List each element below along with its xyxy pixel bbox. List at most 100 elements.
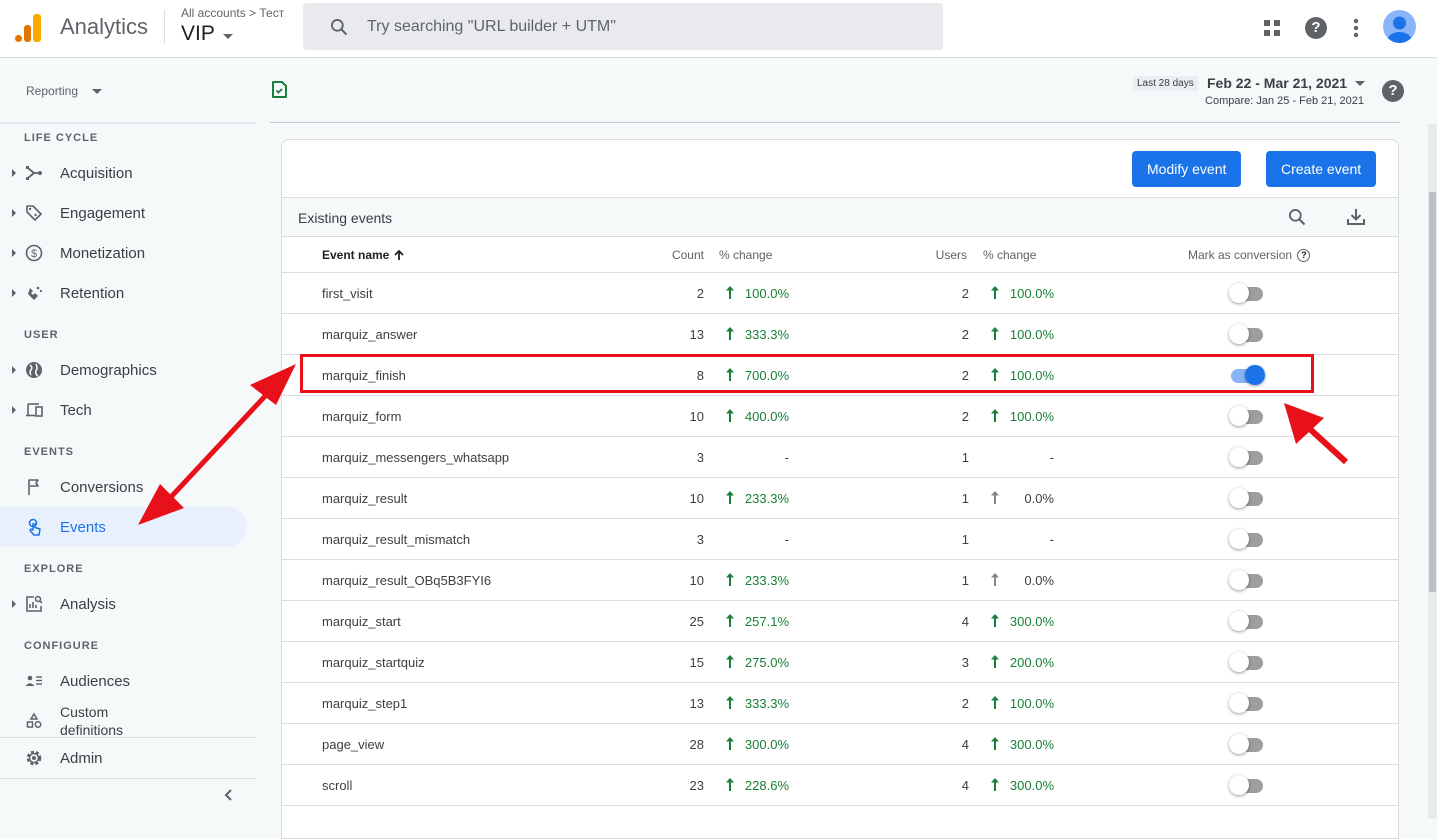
sidebar-item-engagement[interactable]: Engagement — [0, 193, 247, 233]
mark-as-conversion-toggle[interactable] — [1229, 734, 1263, 754]
column-header-count[interactable]: Count — [672, 248, 704, 262]
trend-up-arrow-icon — [990, 613, 1000, 630]
conversion-help-icon[interactable]: ? — [1297, 249, 1311, 263]
mark-as-conversion-toggle[interactable] — [1229, 652, 1263, 672]
section-explore: EXPLORE — [24, 563, 84, 575]
event-name[interactable]: marquiz_startquiz — [322, 655, 425, 670]
sidebar-item-events[interactable]: Events — [0, 507, 247, 547]
mark-as-conversion-toggle[interactable] — [1229, 570, 1263, 590]
event-name[interactable]: marquiz_finish — [322, 368, 406, 383]
table-row[interactable]: marquiz_result_mismatch 3 - 1 - — [282, 519, 1398, 560]
expand-arrow-icon[interactable] — [12, 406, 16, 414]
event-name[interactable]: marquiz_result_mismatch — [322, 532, 470, 547]
modify-event-button[interactable]: Modify event — [1132, 151, 1242, 187]
property-selector[interactable]: VIP — [181, 22, 233, 46]
report-check-icon[interactable] — [271, 81, 288, 104]
mark-as-conversion-toggle[interactable] — [1229, 324, 1263, 344]
mark-as-conversion-toggle[interactable] — [1229, 488, 1263, 508]
users-percent-change: 100.0% — [1009, 368, 1054, 383]
table-row[interactable]: first_visit 2 100.0% 2 100.0% — [282, 273, 1398, 314]
mark-as-conversion-toggle[interactable] — [1229, 775, 1263, 795]
scrollbar-thumb[interactable] — [1429, 192, 1436, 592]
event-name[interactable]: marquiz_start — [322, 614, 401, 629]
analysis-icon — [24, 594, 44, 614]
help-icon[interactable]: ? — [1302, 14, 1330, 42]
mark-as-conversion-toggle[interactable] — [1229, 529, 1263, 549]
sidebar-item-monetization[interactable]: $ Monetization — [0, 233, 247, 273]
event-count: 23 — [689, 778, 704, 793]
create-event-button[interactable]: Create event — [1266, 151, 1377, 187]
expand-arrow-icon[interactable] — [12, 289, 16, 297]
download-icon[interactable] — [1346, 207, 1366, 232]
column-header-count-change[interactable]: % change — [719, 248, 772, 262]
sidebar-item-analysis[interactable]: Analysis — [0, 584, 247, 624]
expand-arrow-icon[interactable] — [12, 366, 16, 374]
search-input[interactable] — [367, 17, 907, 36]
more-vert-icon[interactable] — [1342, 14, 1370, 42]
sidebar-item-custom-definitions[interactable]: Custom definitions — [0, 701, 247, 741]
table-row[interactable]: marquiz_result_OBq5B3FYI6 10 233.3% 1 0.0% — [282, 560, 1398, 601]
users-percent-change: 300.0% — [1009, 778, 1054, 793]
expand-arrow-icon[interactable] — [12, 600, 16, 608]
mark-as-conversion-toggle[interactable] — [1229, 447, 1263, 467]
expand-arrow-icon[interactable] — [12, 209, 16, 217]
event-name[interactable]: first_visit — [322, 286, 373, 301]
event-count: 13 — [689, 696, 704, 711]
table-title-bar: Existing events — [282, 197, 1398, 237]
app-brand: Analytics — [60, 14, 149, 39]
table-row[interactable]: marquiz_step1 13 333.3% 2 100.0% — [282, 683, 1398, 724]
column-header-users-change[interactable]: % change — [983, 248, 1036, 262]
sidebar-item-label: Events — [60, 518, 106, 536]
table-row[interactable]: marquiz_finish 8 700.0% 2 100.0% — [282, 355, 1398, 396]
event-name[interactable]: marquiz_form — [322, 409, 401, 424]
trend-up-arrow-icon — [725, 654, 735, 671]
reporting-selector[interactable]: Reporting — [26, 84, 103, 98]
mark-as-conversion-toggle[interactable] — [1229, 611, 1263, 631]
sidebar-item-retention[interactable]: Retention — [0, 273, 247, 313]
event-name[interactable]: marquiz_messengers_whatsapp — [322, 450, 509, 465]
table-search-icon[interactable] — [1287, 207, 1307, 232]
trend-up-arrow-icon — [725, 695, 735, 712]
page-help-icon[interactable]: ? — [1382, 80, 1404, 102]
event-name[interactable]: marquiz_result_OBq5B3FYI6 — [322, 573, 491, 588]
table-row[interactable]: marquiz_start 25 257.1% 4 300.0% — [282, 601, 1398, 642]
event-users: 2 — [961, 327, 969, 342]
sidebar-item-audiences[interactable]: Audiences — [0, 661, 247, 701]
expand-arrow-icon[interactable] — [12, 249, 16, 257]
sidebar-item-acquisition[interactable]: Acquisition — [0, 153, 247, 193]
toggle-knob — [1229, 488, 1249, 508]
sidebar-item-conversions[interactable]: Conversions — [0, 467, 247, 507]
event-name[interactable]: marquiz_step1 — [322, 696, 407, 711]
table-row[interactable]: marquiz_answer 13 333.3% 2 100.0% — [282, 314, 1398, 355]
event-name[interactable]: scroll — [322, 778, 352, 793]
table-row[interactable]: marquiz_result 10 233.3% 1 0.0% — [282, 478, 1398, 519]
breadcrumb[interactable]: All accounts > Тест — [181, 6, 284, 20]
table-row[interactable]: scroll 23 228.6% 4 300.0% — [282, 765, 1398, 806]
column-header-users[interactable]: Users — [936, 248, 967, 262]
column-header-event-name[interactable]: Event name — [322, 248, 405, 262]
main-scrollbar[interactable] — [1428, 124, 1437, 819]
search-bar[interactable] — [303, 3, 943, 50]
account-avatar-icon[interactable] — [1383, 10, 1416, 43]
date-range-picker[interactable]: Feb 22 - Mar 21, 2021 — [1207, 75, 1366, 91]
event-name[interactable]: marquiz_result — [322, 491, 407, 506]
sidebar-item-tech[interactable]: Tech — [0, 390, 247, 430]
table-row[interactable]: marquiz_messengers_whatsapp 3 - 1 - — [282, 437, 1398, 478]
trend-up-arrow-icon — [990, 326, 1000, 343]
sidebar-item-demographics[interactable]: Demographics — [0, 350, 247, 390]
table-row[interactable]: marquiz_form 10 400.0% 2 100.0% — [282, 396, 1398, 437]
mark-as-conversion-toggle[interactable] — [1229, 283, 1263, 303]
table-row[interactable]: page_view 28 300.0% 4 300.0% — [282, 724, 1398, 765]
globe-icon — [24, 360, 44, 380]
event-name[interactable]: page_view — [322, 737, 384, 752]
event-name[interactable]: marquiz_answer — [322, 327, 417, 342]
mark-as-conversion-toggle[interactable] — [1229, 693, 1263, 713]
date-preset-chip: Last 28 days — [1133, 76, 1198, 91]
sidebar-item-admin[interactable]: Admin — [0, 738, 247, 778]
expand-arrow-icon[interactable] — [12, 169, 16, 177]
mark-as-conversion-toggle[interactable] — [1229, 365, 1265, 385]
apps-grid-icon[interactable] — [1258, 14, 1286, 42]
collapse-sidebar-chevron-left-icon[interactable] — [222, 788, 234, 807]
mark-as-conversion-toggle[interactable] — [1229, 406, 1263, 426]
table-row[interactable]: marquiz_startquiz 15 275.0% 3 200.0% — [282, 642, 1398, 683]
